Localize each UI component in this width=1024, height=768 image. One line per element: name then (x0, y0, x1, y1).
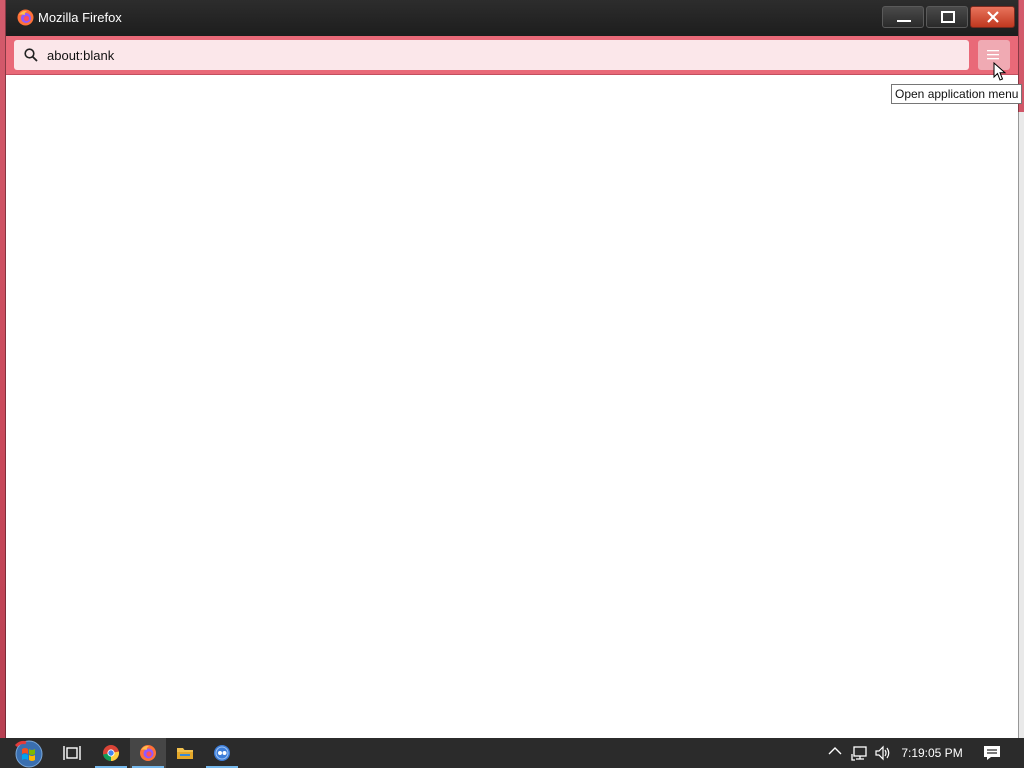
volume-button[interactable] (872, 738, 894, 768)
show-hidden-icons-button[interactable] (824, 738, 846, 768)
maximize-icon (941, 11, 955, 23)
start-button[interactable] (8, 738, 48, 768)
taskbar: 7:19:05 PM (0, 738, 1024, 768)
firefox-icon (140, 745, 156, 761)
firefox-logo-icon (17, 9, 34, 26)
close-button[interactable] (970, 6, 1015, 28)
taskbar-firefox[interactable] (130, 738, 166, 768)
firefox-window: Mozilla Firefox (6, 0, 1018, 738)
taskbar-clock[interactable]: 7:19:05 PM (900, 738, 964, 768)
desktop-edge (1018, 112, 1024, 738)
network-icon (851, 746, 867, 761)
volume-icon (875, 745, 890, 761)
menu-tooltip: Open application menu (891, 84, 1023, 104)
page-content[interactable] (6, 75, 1018, 738)
network-button[interactable] (848, 738, 870, 768)
taskbar-chrome[interactable] (93, 738, 129, 768)
action-center-button[interactable] (976, 738, 1008, 768)
task-view-icon (63, 746, 81, 760)
hamburger-menu-icon (987, 50, 999, 60)
minimize-button[interactable] (882, 6, 924, 28)
title-bar[interactable]: Mozilla Firefox (6, 0, 1018, 36)
maximize-button[interactable] (926, 6, 968, 28)
folder-icon (177, 748, 193, 759)
window-title: Mozilla Firefox (38, 10, 122, 25)
search-icon (24, 48, 38, 62)
chrome-icon (103, 745, 120, 762)
close-icon (987, 11, 999, 23)
app-icon (214, 745, 230, 761)
url-input[interactable] (47, 45, 947, 65)
notification-icon (984, 746, 1000, 760)
taskbar-app[interactable] (204, 738, 240, 768)
minimize-icon (897, 20, 911, 22)
mouse-cursor-icon (993, 62, 1007, 81)
taskbar-file-explorer[interactable] (167, 738, 203, 768)
chevron-up-icon (828, 747, 842, 755)
windows-start-icon (14, 740, 43, 768)
task-view-button[interactable] (54, 738, 90, 768)
navigation-toolbar (6, 36, 1018, 75)
url-bar[interactable] (14, 40, 969, 70)
